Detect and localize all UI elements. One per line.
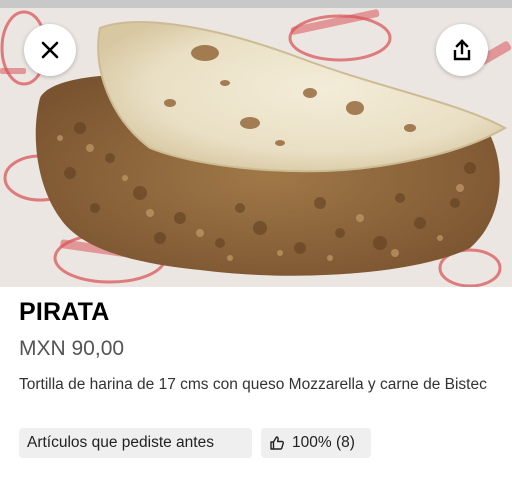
top-strip: [0, 0, 512, 8]
product-description: Tortilla de harina de 17 cms con queso M…: [19, 376, 487, 393]
previous-orders-label: Artículos que pediste antes: [27, 434, 214, 451]
previous-orders-badge: Artículos que pediste antes: [19, 428, 252, 458]
product-image: [0, 8, 512, 287]
share-icon: [453, 39, 471, 61]
share-button[interactable]: [436, 24, 488, 76]
rating-badge: 100% (8): [261, 428, 371, 458]
product-price: MXN 90,00: [19, 337, 125, 360]
close-icon: [41, 41, 59, 59]
product-title: PIRATA: [19, 298, 110, 326]
close-button[interactable]: [24, 24, 76, 76]
thumbs-up-icon: [269, 435, 285, 451]
rating-label: 100% (8): [292, 434, 355, 451]
